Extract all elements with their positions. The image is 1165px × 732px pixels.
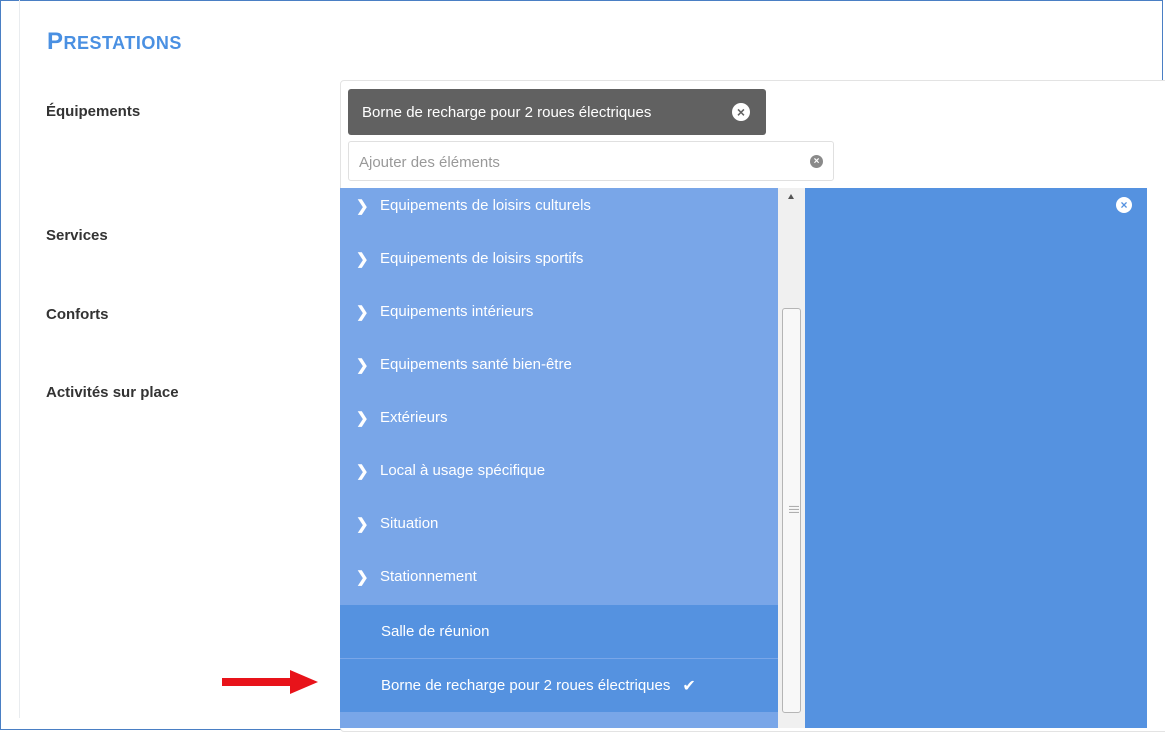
search-field[interactable]: × [348, 141, 834, 181]
chevron-right-icon: ❯ [356, 568, 369, 586]
dropdown-scrollbar[interactable]: — — — [778, 188, 805, 728]
chevron-right-icon: ❯ [356, 409, 369, 427]
dropdown-category-label: Equipements de loisirs sportifs [380, 250, 584, 267]
grip-icon: — — — [789, 501, 799, 518]
label-services: Services [46, 227, 108, 244]
scroll-up-icon[interactable] [788, 194, 794, 199]
chevron-right-icon: ❯ [356, 515, 369, 533]
dropdown-category[interactable]: ❯ Equipements de loisirs sportifs [340, 232, 778, 285]
dropdown-category[interactable]: ❯ Equipements de loisirs culturels [340, 179, 778, 232]
chevron-right-icon: ❯ [356, 356, 369, 374]
check-icon: ✔ [682, 677, 696, 695]
chevron-right-icon: ❯ [356, 197, 369, 215]
scrollbar-thumb[interactable]: — — — [782, 308, 801, 713]
annotation-arrow-icon [222, 670, 318, 694]
dropdown-category[interactable]: ❯ Equipements intérieurs [340, 285, 778, 338]
dropdown-category-label: Equipements de loisirs culturels [380, 197, 591, 214]
search-clear-icon[interactable]: × [810, 155, 823, 168]
section-title: PRESTATIONS [47, 28, 182, 55]
label-equipements: Équipements [46, 103, 141, 120]
chevron-right-icon: ❯ [356, 462, 369, 480]
dropdown-category[interactable]: ❯ Situation [340, 497, 778, 550]
dropdown-category-label: Extérieurs [380, 409, 448, 426]
label-conforts: Conforts [46, 306, 109, 323]
dropdown-category[interactable]: ❯ Stationnement [340, 550, 778, 603]
close-icon[interactable]: × [1116, 197, 1132, 213]
dropdown-option-label: Borne de recharge pour 2 roues électriqu… [381, 677, 671, 694]
dropdown-option-label: Salle de réunion [381, 623, 490, 640]
dropdown-category-label: Equipements intérieurs [380, 303, 534, 320]
dropdown-category-label: Stationnement [380, 568, 477, 585]
search-input[interactable] [357, 150, 801, 174]
dropdown-category-label: Situation [380, 515, 439, 532]
dropdown-option[interactable]: Salle de réunion [340, 605, 778, 658]
dropdown-category-label: Equipements santé bien-être [380, 356, 572, 373]
selected-tag: Borne de recharge pour 2 roues électriqu… [348, 89, 766, 135]
selected-tag-label: Borne de recharge pour 2 roues électriqu… [362, 103, 652, 121]
dropdown-category[interactable]: ❯ Extérieurs [340, 391, 778, 444]
left-guide-line [19, 0, 20, 718]
label-activites: Activités sur place [46, 384, 179, 401]
chevron-right-icon: ❯ [356, 250, 369, 268]
dropdown-category[interactable]: ❯ Local à usage spécifique [340, 444, 778, 497]
dropdown-category-label: Local à usage spécifique [380, 462, 546, 479]
dropdown-side-panel: × [805, 188, 1147, 728]
dropdown-list: ❯ Equipements de loisirs culturels ❯ Equ… [340, 188, 778, 728]
dropdown-category[interactable]: ❯ Equipements santé bien-être [340, 338, 778, 391]
dropdown-option-selected[interactable]: Borne de recharge pour 2 roues électriqu… [340, 659, 778, 712]
chevron-right-icon: ❯ [356, 303, 369, 321]
tag-remove-icon[interactable]: × [732, 103, 750, 121]
